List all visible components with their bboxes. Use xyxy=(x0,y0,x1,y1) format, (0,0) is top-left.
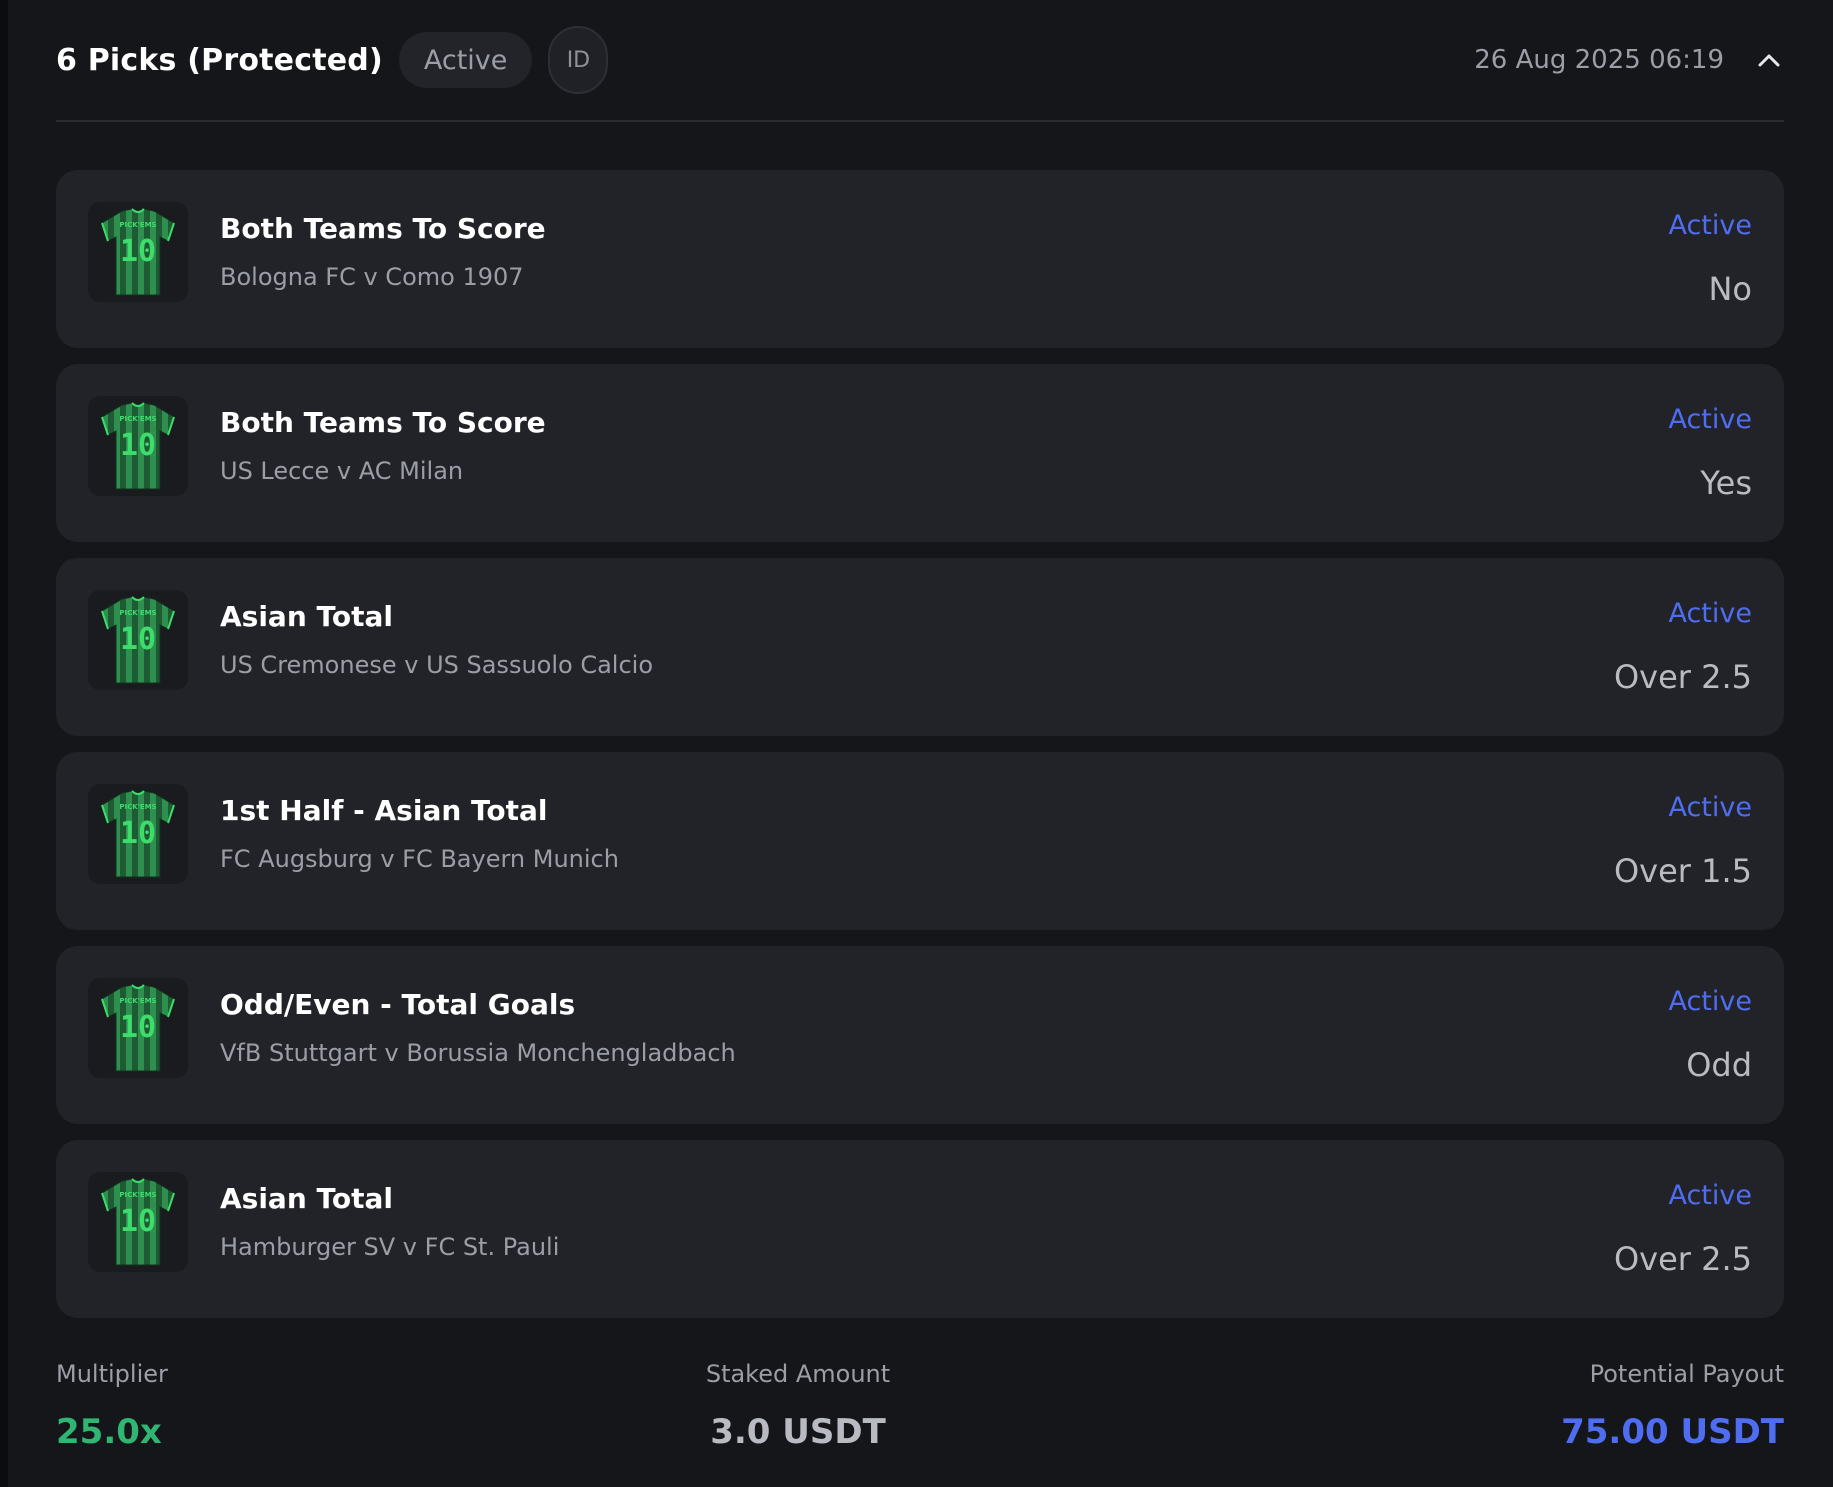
pick-match: VfB Stuttgart v Borussia Monchengladbach xyxy=(220,1039,736,1067)
multiplier-value: 25.0x xyxy=(56,1412,162,1452)
pick-row[interactable]: PICK'EMS 10 Asian Total US Cremonese v U… xyxy=(56,558,1784,736)
pick-market: Odd/Even - Total Goals xyxy=(220,988,576,1021)
bet-slip-panel: 6 Picks (Protected) Active ID 26 Aug 202… xyxy=(8,0,1833,1487)
jersey-number: 10 xyxy=(120,428,156,463)
pick-match: US Lecce v AC Milan xyxy=(220,457,464,485)
collapse-button[interactable] xyxy=(1754,45,1784,75)
pick-market: Asian Total xyxy=(220,1182,394,1215)
pick-row[interactable]: PICK'EMS 10 Odd/Even - Total Goals VfB S… xyxy=(56,946,1784,1124)
payout-stat: Potential Payout 75.00 USDT xyxy=(1561,1360,1784,1452)
pick-info: Asian Total US Cremonese v US Sassuolo C… xyxy=(220,600,653,679)
pick-row[interactable]: PICK'EMS 10 Both Teams To Score Bologna … xyxy=(56,170,1784,348)
bet-summary: Multiplier 25.0x Staked Amount 3.0 USDT … xyxy=(56,1360,1784,1470)
pick-selection: Odd xyxy=(1686,1046,1752,1084)
bet-id-button[interactable]: ID xyxy=(548,26,609,94)
jersey-brand: PICK'EMS xyxy=(119,221,156,229)
pick-row[interactable]: PICK'EMS 10 Asian Total Hamburger SV v F… xyxy=(56,1140,1784,1318)
bet-date: 26 Aug 2025 06:19 xyxy=(1474,45,1724,75)
staked-label: Staked Amount xyxy=(705,1360,891,1388)
pick-selection: Over 1.5 xyxy=(1613,852,1752,890)
jersey-thumbnail: PICK'EMS 10 xyxy=(88,202,188,302)
staked-value: 3.0 USDT xyxy=(710,1412,886,1452)
pick-selection: Yes xyxy=(1700,464,1752,502)
bet-status-badge: Active xyxy=(398,32,533,88)
pick-selection: Over 2.5 xyxy=(1613,1240,1752,1278)
pick-info: Odd/Even - Total Goals VfB Stuttgart v B… xyxy=(220,988,736,1067)
pick-match: Hamburger SV v FC St. Pauli xyxy=(220,1233,560,1261)
jersey-brand: PICK'EMS xyxy=(119,997,156,1005)
pick-status: Active xyxy=(1668,210,1752,241)
jersey-brand: PICK'EMS xyxy=(119,803,156,811)
jersey-thumbnail: PICK'EMS 10 xyxy=(88,1172,188,1272)
picks-list: PICK'EMS 10 Both Teams To Score Bologna … xyxy=(56,170,1784,1334)
pick-market: Both Teams To Score xyxy=(220,212,546,245)
jersey-brand: PICK'EMS xyxy=(119,1191,156,1199)
jersey-number: 10 xyxy=(120,1204,156,1239)
jersey-thumbnail: PICK'EMS 10 xyxy=(88,396,188,496)
jersey-icon: PICK'EMS 10 xyxy=(101,402,175,490)
pick-info: Both Teams To Score US Lecce v AC Milan xyxy=(220,406,546,485)
multiplier-label: Multiplier xyxy=(56,1360,168,1388)
bet-header: 6 Picks (Protected) Active ID 26 Aug 202… xyxy=(56,0,1784,122)
pick-status: Active xyxy=(1668,598,1752,629)
jersey-brand: PICK'EMS xyxy=(119,609,156,617)
jersey-thumbnail: PICK'EMS 10 xyxy=(88,590,188,690)
pick-match: US Cremonese v US Sassuolo Calcio xyxy=(220,651,653,679)
pick-info: Both Teams To Score Bologna FC v Como 19… xyxy=(220,212,546,291)
jersey-number: 10 xyxy=(120,1010,156,1045)
jersey-number: 10 xyxy=(120,816,156,851)
payout-value: 75.00 USDT xyxy=(1561,1412,1784,1452)
jersey-number: 10 xyxy=(120,234,156,269)
pick-selection: No xyxy=(1708,270,1752,308)
jersey-icon: PICK'EMS 10 xyxy=(101,984,175,1072)
jersey-number: 10 xyxy=(120,622,156,657)
jersey-icon: PICK'EMS 10 xyxy=(101,596,175,684)
jersey-thumbnail: PICK'EMS 10 xyxy=(88,978,188,1078)
pick-market: 1st Half - Asian Total xyxy=(220,794,548,827)
pick-status: Active xyxy=(1668,986,1752,1017)
chevron-up-icon xyxy=(1758,54,1780,67)
staked-stat: Staked Amount 3.0 USDT xyxy=(706,1360,890,1452)
pick-row[interactable]: PICK'EMS 10 Both Teams To Score US Lecce… xyxy=(56,364,1784,542)
payout-label: Potential Payout xyxy=(1589,1360,1784,1388)
pick-status: Active xyxy=(1668,1180,1752,1211)
jersey-brand: PICK'EMS xyxy=(119,415,156,423)
jersey-thumbnail: PICK'EMS 10 xyxy=(88,784,188,884)
pick-match: FC Augsburg v FC Bayern Munich xyxy=(220,845,619,873)
pick-status: Active xyxy=(1668,792,1752,823)
jersey-icon: PICK'EMS 10 xyxy=(101,790,175,878)
pick-market: Both Teams To Score xyxy=(220,406,546,439)
bet-title: 6 Picks (Protected) xyxy=(56,42,383,78)
pick-selection: Over 2.5 xyxy=(1613,658,1752,696)
pick-status: Active xyxy=(1668,404,1752,435)
pick-info: 1st Half - Asian Total FC Augsburg v FC … xyxy=(220,794,619,873)
pick-row[interactable]: PICK'EMS 10 1st Half - Asian Total FC Au… xyxy=(56,752,1784,930)
pick-match: Bologna FC v Como 1907 xyxy=(220,263,524,291)
pick-market: Asian Total xyxy=(220,600,394,633)
multiplier-stat: Multiplier 25.0x xyxy=(56,1360,168,1452)
pick-info: Asian Total Hamburger SV v FC St. Pauli xyxy=(220,1182,559,1261)
jersey-icon: PICK'EMS 10 xyxy=(101,1178,175,1266)
jersey-icon: PICK'EMS 10 xyxy=(101,208,175,296)
